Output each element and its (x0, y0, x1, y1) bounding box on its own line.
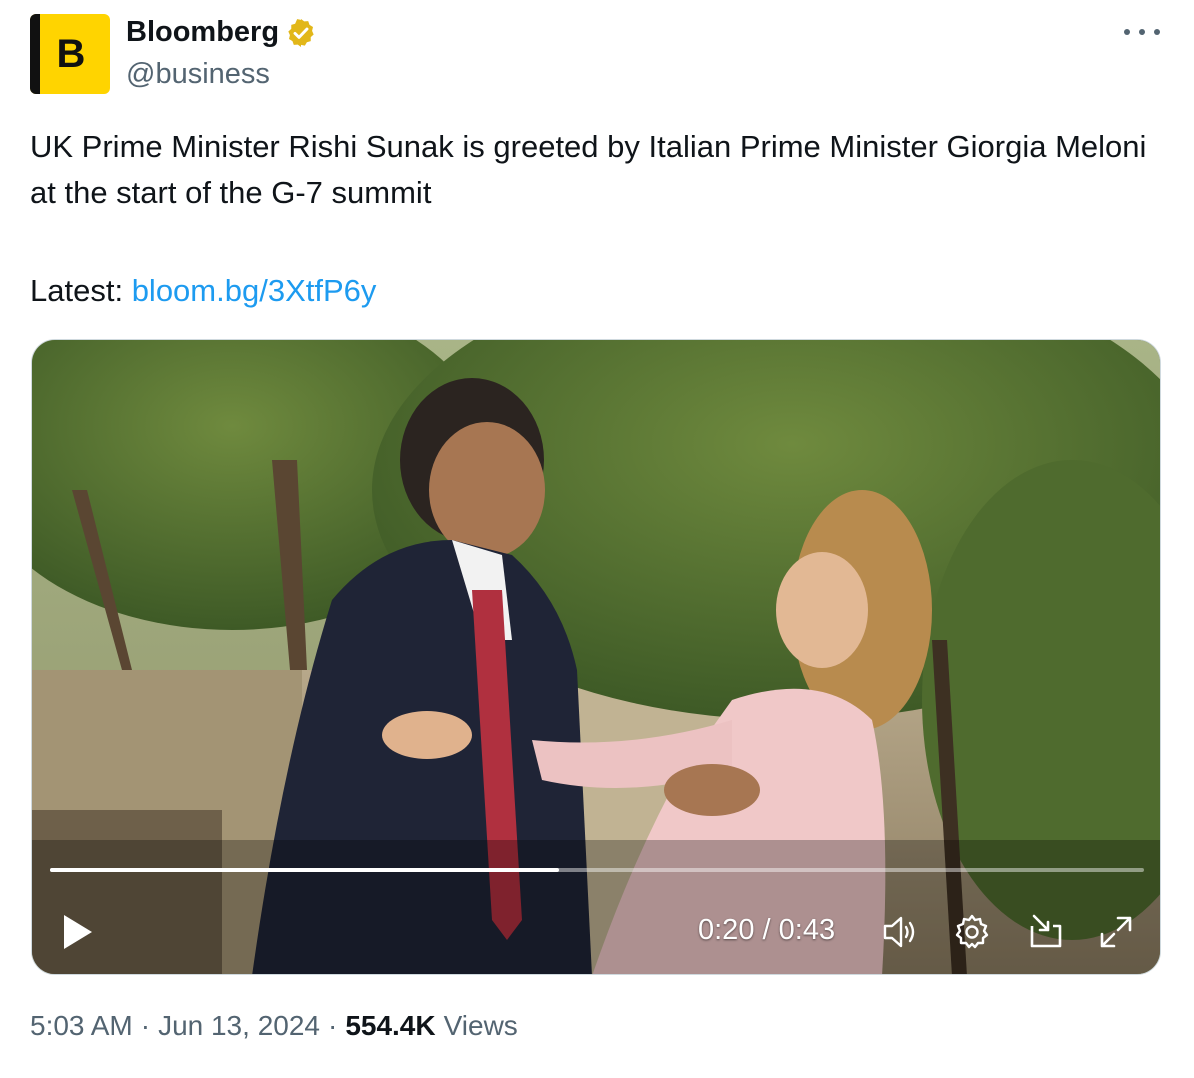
tweet-link[interactable]: bloom.bg/3XtfP6y (132, 273, 377, 308)
account-name-row: Bloomberg (126, 16, 317, 49)
tweet-latest-line: Latest: bloom.bg/3XtfP6y (30, 268, 376, 314)
meta-separator: · (140, 1010, 151, 1041)
views-count[interactable]: 554.4K (345, 1010, 435, 1042)
play-icon[interactable] (60, 912, 96, 952)
account-avatar[interactable]: B (30, 14, 110, 94)
account-handle[interactable]: @business (126, 58, 270, 91)
fullscreen-icon[interactable] (1096, 912, 1136, 952)
account-name[interactable]: Bloomberg (126, 16, 279, 49)
tweet-meta: 5:03 AM · Jun 13, 2024 · 554.4K Views (30, 1010, 518, 1042)
more-dot (1154, 29, 1160, 35)
video-progress-bar[interactable] (50, 868, 1144, 872)
views-label[interactable]: Views (444, 1010, 518, 1042)
video-current-time: 0:20 (698, 914, 755, 946)
tweet-text: UK Prime Minister Rishi Sunak is greeted… (30, 129, 1147, 210)
avatar-letter: B (56, 32, 86, 76)
gold-verified-badge-icon[interactable] (285, 17, 317, 49)
meta-separator: · (327, 1010, 338, 1041)
tweet-time[interactable]: 5:03 AM (30, 1010, 133, 1042)
tweet-card: B Bloomberg @business UK Prime Minister … (0, 0, 1194, 1078)
video-frame (32, 340, 1160, 974)
tweet-date[interactable]: Jun 13, 2024 (158, 1010, 320, 1042)
volume-icon[interactable] (880, 912, 920, 952)
video-player[interactable]: 0:20 / 0:43 (31, 339, 1161, 975)
more-dot (1139, 29, 1145, 35)
avatar-stripe (30, 14, 40, 94)
time-separator: / (762, 914, 779, 946)
video-time-display: 0:20 / 0:43 (698, 914, 835, 947)
video-duration: 0:43 (778, 914, 836, 946)
more-options-icon[interactable] (1124, 20, 1160, 44)
gear-icon[interactable] (952, 912, 992, 952)
dock-icon[interactable] (1026, 912, 1066, 952)
video-progress-fill (50, 868, 559, 872)
latest-label: Latest: (30, 273, 124, 308)
more-dot (1124, 29, 1130, 35)
